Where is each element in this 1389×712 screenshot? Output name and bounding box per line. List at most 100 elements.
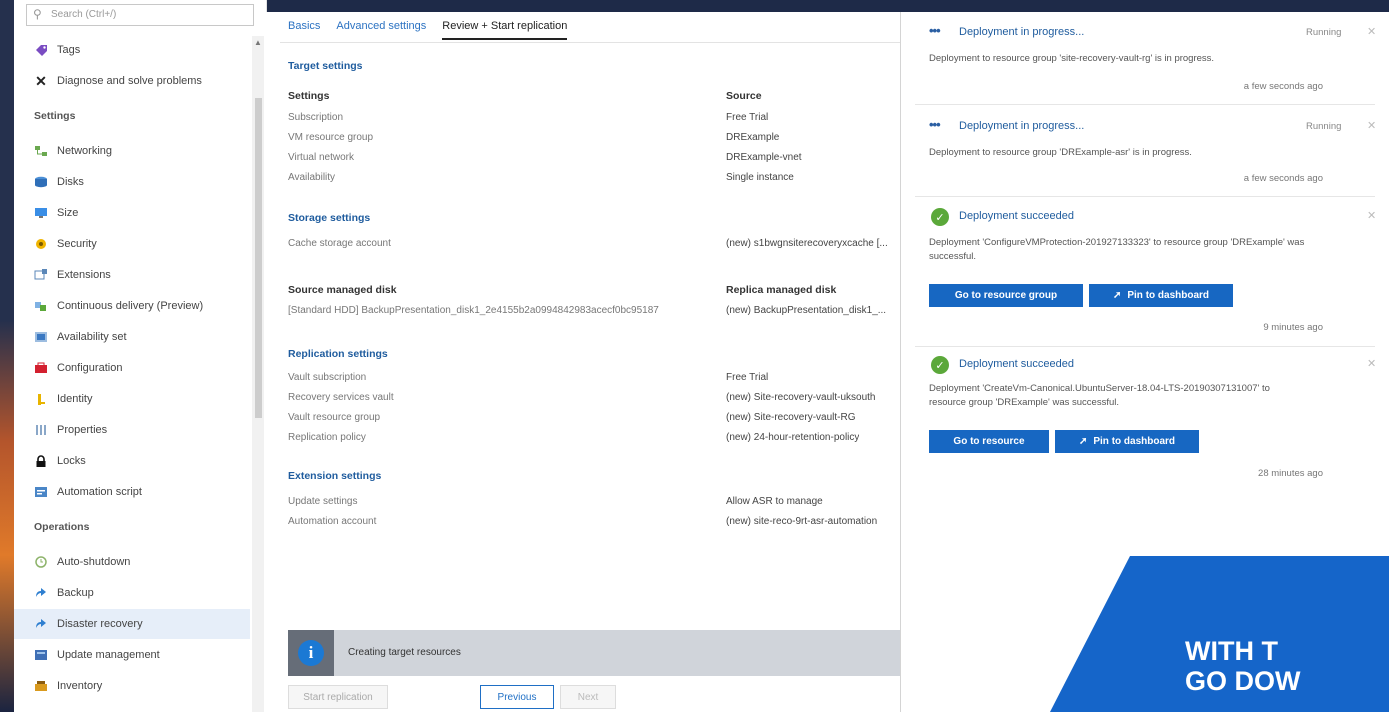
setting-value: (new) s1bwgnsiterecoveryxcache [... (726, 238, 888, 249)
tab-advanced-settings[interactable]: Advanced settings (336, 20, 426, 40)
sidebar-item-label: Disks (57, 176, 84, 188)
disks-icon (34, 175, 48, 189)
setting-label: Replication policy (288, 432, 366, 443)
notification-time: a few seconds ago (1243, 173, 1323, 184)
source-column-header: Source (726, 90, 762, 102)
go-to-resource-button[interactable]: Go to resource (929, 430, 1049, 453)
notification-time: 28 minutes ago (1258, 468, 1323, 479)
sidebar-item-networking[interactable]: Networking (14, 136, 250, 166)
sidebar-item-size[interactable]: Size (14, 198, 250, 228)
sidebar-item-configuration[interactable]: Configuration (14, 353, 250, 383)
sidebar-item-label: Disaster recovery (57, 618, 143, 630)
setting-value: (new) site-reco-9rt-asr-automation (726, 516, 878, 527)
enable-replication-blade: Basics Advanced settings Review + Start … (266, 12, 920, 712)
sidebar-item-label: Automation script (57, 486, 142, 498)
properties-icon (34, 423, 48, 437)
setting-label: Update settings (288, 496, 358, 507)
sidebar-scrollbar[interactable]: ▲ (252, 36, 264, 712)
notification-divider (915, 104, 1375, 105)
sidebar-item-label: Availability set (57, 331, 127, 343)
close-icon[interactable]: ✕ (1367, 209, 1376, 222)
sidebar-item-tags[interactable]: Tags (14, 35, 250, 65)
sidebar-item-extensions[interactable]: Extensions (14, 260, 250, 290)
pin-label: Pin to dashboard (1093, 436, 1176, 447)
sidebar-item-security[interactable]: Security (14, 229, 250, 259)
update-management-icon (34, 648, 48, 662)
setting-value: DRExample (726, 132, 780, 143)
setting-label: Vault subscription (288, 372, 367, 383)
pin-to-dashboard-button[interactable]: ➚ Pin to dashboard (1089, 284, 1233, 307)
scroll-up-arrow-icon[interactable]: ▲ (254, 38, 262, 47)
search-input[interactable]: ⚲ Search (Ctrl+/) (26, 4, 254, 26)
sidebar-item-identity[interactable]: Identity (14, 384, 250, 414)
close-icon[interactable]: ✕ (1367, 119, 1376, 132)
backup-icon (34, 586, 48, 600)
success-check-icon: ✓ (931, 356, 949, 374)
sidebar-item-label: Networking (57, 145, 113, 157)
notification-title: Deployment succeeded (959, 358, 1074, 370)
sidebar-item-properties[interactable]: Properties (14, 415, 250, 445)
size-icon (34, 206, 48, 220)
previous-button[interactable]: Previous (480, 685, 554, 709)
pin-label: Pin to dashboard (1127, 290, 1210, 301)
setting-value: Free Trial (726, 372, 769, 383)
replica-disk-value: (new) BackupPresentation_disk1_... (726, 305, 887, 316)
sidebar-item-automation-script[interactable]: Automation script (14, 477, 250, 507)
sidebar-item-continuous-delivery[interactable]: Continuous delivery (Preview) (14, 291, 250, 321)
pin-to-dashboard-button[interactable]: ➚ Pin to dashboard (1055, 430, 1199, 453)
setting-label: Recovery services vault (288, 392, 394, 403)
notification-divider (915, 196, 1375, 197)
sidebar-item-diagnose[interactable]: ✕ Diagnose and solve problems (14, 66, 250, 96)
replication-settings-title: Replication settings (288, 348, 388, 360)
notification-body: Deployment 'CreateVm-Canonical.UbuntuSer… (929, 383, 1270, 408)
availability-set-icon (34, 330, 48, 344)
search-icon: ⚲ (33, 7, 42, 21)
sidebar-item-backup[interactable]: Backup (14, 578, 250, 608)
progress-dots-icon: ••• (929, 117, 941, 132)
sidebar-item-disaster-recovery[interactable]: Disaster recovery (14, 609, 250, 639)
sidebar-item-locks[interactable]: Locks (14, 446, 250, 476)
operations-section-header: Operations (34, 521, 90, 533)
setting-label: Availability (288, 172, 336, 183)
sidebar-item-label: Identity (57, 393, 93, 405)
security-icon (34, 237, 48, 251)
sidebar-item-label: Update management (57, 649, 160, 661)
setting-value: (new) Site-recovery-vault-uksouth (726, 392, 876, 403)
close-icon[interactable]: ✕ (1367, 25, 1376, 38)
sidebar-scrollbar-thumb[interactable] (255, 98, 262, 418)
go-to-resource-group-button[interactable]: Go to resource group (929, 284, 1083, 307)
sidebar-item-auto-shutdown[interactable]: Auto-shutdown (14, 547, 250, 577)
status-text: Creating target resources (348, 647, 461, 658)
sidebar-item-label: Auto-shutdown (57, 556, 131, 568)
notification-body: Deployment 'ConfigureVMProtection-201927… (929, 237, 1305, 262)
setting-value: Free Trial (726, 112, 769, 123)
sidebar-item-label: Continuous delivery (Preview) (57, 300, 204, 312)
sidebar-item-label: Size (57, 207, 79, 219)
tab-review-start-replication[interactable]: Review + Start replication (442, 20, 568, 40)
disaster-recovery-icon (34, 617, 48, 631)
progress-dots-icon: ••• (929, 23, 941, 38)
next-button[interactable]: Next (560, 685, 616, 709)
notification-title: Deployment in progress... (959, 26, 1085, 38)
sidebar-item-availability-set[interactable]: Availability set (14, 322, 250, 352)
tabs-divider (280, 42, 920, 43)
notification-title: Deployment in progress... (959, 120, 1085, 132)
success-check-icon: ✓ (931, 208, 949, 226)
pin-icon: ➚ (1112, 290, 1122, 301)
setting-label: VM resource group (288, 132, 374, 143)
resource-menu-sidebar: ⚲ Search (Ctrl+/) Tags ✕ Diagnose and so… (14, 0, 267, 712)
sidebar-item-inventory[interactable]: Inventory (14, 671, 250, 701)
notification-time: a few seconds ago (1243, 81, 1323, 92)
sidebar-item-label: Security (57, 238, 97, 250)
sidebar-item-label: Tags (57, 44, 81, 56)
sidebar-item-update-management[interactable]: Update management (14, 640, 250, 670)
sidebar-item-disks[interactable]: Disks (14, 167, 250, 197)
tab-basics[interactable]: Basics (288, 20, 320, 40)
settings-section-header: Settings (34, 110, 76, 122)
sidebar-item-label: Configuration (57, 362, 123, 374)
close-icon[interactable]: ✕ (1367, 357, 1376, 370)
extension-settings-title: Extension settings (288, 470, 382, 482)
notification-title: Deployment succeeded (959, 210, 1074, 222)
setting-value: (new) 24-hour-retention-policy (726, 432, 860, 443)
start-replication-button[interactable]: Start replication (288, 685, 388, 709)
